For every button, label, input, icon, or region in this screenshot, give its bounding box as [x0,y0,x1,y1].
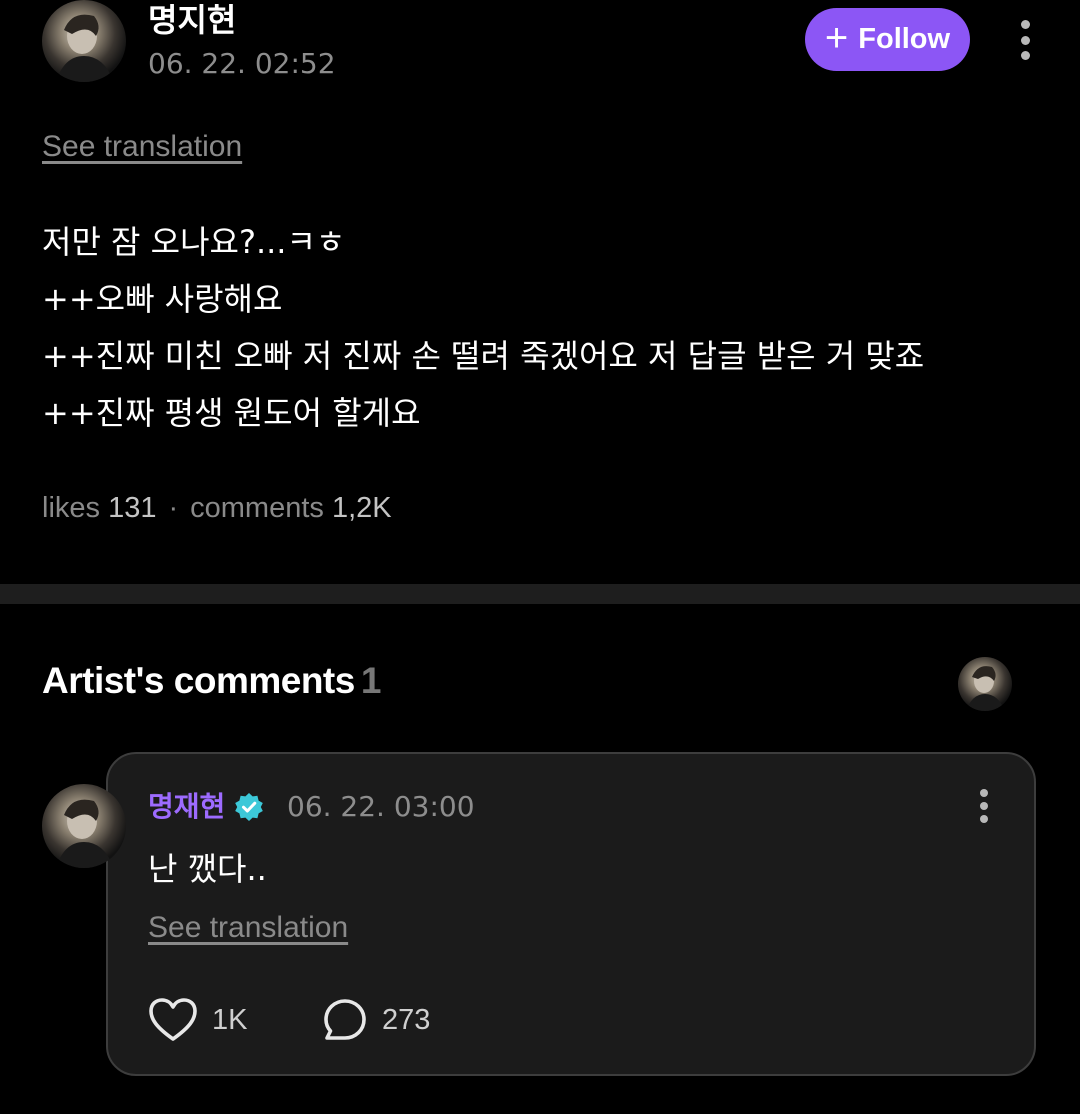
more-vertical-icon[interactable] [972,789,996,823]
avatar-photo [56,799,114,868]
likes-label: likes [42,492,101,524]
author-avatar[interactable] [42,0,126,82]
author-name[interactable]: 명지현 [148,0,236,40]
section-divider [0,584,1080,604]
stats-separator: · [168,492,179,524]
like-count: 1K [212,1003,248,1036]
post-body-line: 저만 잠 오나요?...ㅋㅎ [42,223,346,261]
comments-stat[interactable]: comments 1,2K [190,492,392,524]
comment-timestamp: 06. 22. 03:00 [287,790,475,823]
plus-icon: + [824,15,849,60]
avatar-photo [966,666,1005,711]
verified-badge-icon [235,793,263,821]
heart-icon [149,998,197,1041]
reply-count: 273 [382,1003,431,1036]
avatar-photo [56,14,114,82]
see-translation-link[interactable]: See translation [42,130,242,164]
comments-count: 1,2K [331,492,392,524]
post-body-line: ++오빠 사랑해요 [42,280,283,318]
follow-label: Follow [858,23,951,55]
comment-text: 난 깼다.. [148,850,267,888]
post-timestamp: 06. 22. 02:52 [148,47,336,80]
likes-count: 131 [108,492,157,524]
see-translation-link[interactable]: See translation [148,911,348,945]
speech-bubble-icon [324,999,366,1040]
likes-stat[interactable]: likes 131 [42,492,156,524]
artist-avatar[interactable] [42,784,126,868]
artist-filter-avatar[interactable] [958,657,1012,711]
post-body-line: ++진짜 미친 오빠 저 진짜 손 떨려 죽겠어요 저 답글 받은 거 맞죠 [42,337,925,375]
more-vertical-icon[interactable] [1013,20,1037,60]
artist-comments-heading: Artist's comments 1 [42,660,381,702]
artist-comments-title: Artist's comments [42,660,355,701]
artist-name[interactable]: 명재현 [148,788,225,826]
post-stats: likes 131 · comments 1,2K [42,492,392,525]
post-body: 저만 잠 오나요?...ㅋㅎ ++오빠 사랑해요 ++진짜 미친 오빠 저 진짜… [42,214,1062,442]
like-button[interactable]: 1K [148,994,247,1046]
artist-comments-count: 1 [360,660,382,701]
reply-button[interactable]: 273 [322,994,430,1046]
follow-button[interactable]: + Follow [805,8,970,71]
post-body-line: ++진짜 평생 원도어 할게요 [42,394,421,432]
comments-label: comments [190,492,324,524]
